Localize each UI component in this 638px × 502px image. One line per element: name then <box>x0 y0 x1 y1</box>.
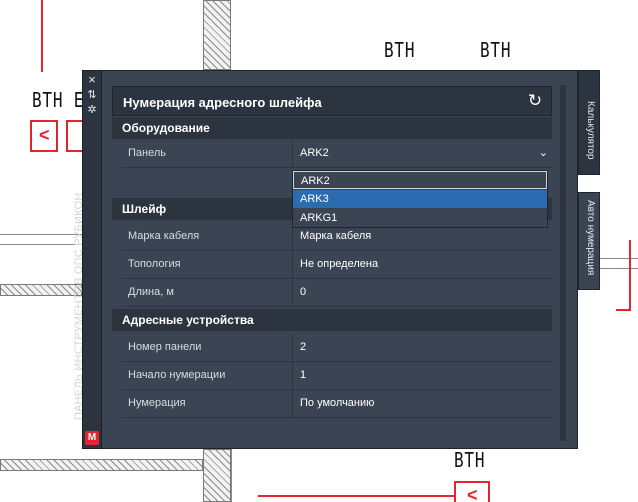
wall-line <box>600 268 638 269</box>
wall-line <box>0 244 82 245</box>
panel-number-row[interactable]: Номер панели 2 <box>122 334 552 362</box>
numbering-mode-row[interactable]: Нумерация По умолчанию <box>122 390 552 418</box>
refresh-icon[interactable]: ↻ <box>525 91 545 111</box>
topology-value[interactable]: Не определена <box>300 258 378 270</box>
panel-header: Нумерация адресного шлейфа ↻ <box>112 86 552 116</box>
numbering-mode-value[interactable]: По умолчанию <box>300 397 374 409</box>
section-equipment-label: Оборудование <box>122 121 210 135</box>
wall-line <box>231 449 232 502</box>
panel-dropdown-list[interactable]: ARK2 ARK3 ARKG1 <box>292 170 548 228</box>
wire-line <box>41 0 43 72</box>
wire-line <box>616 309 631 311</box>
section-devices[interactable]: Адресные устройства <box>112 309 552 331</box>
panel-select-value[interactable]: ARK2 <box>300 147 329 159</box>
scrollbar[interactable] <box>560 85 566 441</box>
pin-icon[interactable]: ⇅ <box>83 88 101 102</box>
cable-value[interactable]: Марка кабеля <box>300 230 371 242</box>
topology-label: Топология <box>128 258 181 270</box>
detector-symbol-glyph: < <box>467 485 478 502</box>
section-devices-label: Адресные устройства <box>122 313 254 327</box>
tab-auto-numbering[interactable]: Авто нумерация <box>578 192 600 290</box>
tab-calculator-label: Калькулятор <box>585 101 596 160</box>
length-row[interactable]: Длина, м 0 <box>122 279 552 307</box>
start-number-label: Начало нумерации <box>128 369 226 381</box>
detector-symbol[interactable]: < <box>30 120 58 152</box>
detector-symbol[interactable]: < <box>454 481 490 502</box>
wall-hatch-horizontal-left <box>0 284 82 296</box>
wall-line <box>0 234 82 235</box>
cad-label: ВТН <box>480 38 512 62</box>
wall-hatch-horizontal-bottom <box>0 459 203 471</box>
tab-auto-numbering-label: Авто нумерация <box>585 200 596 276</box>
side-tabs: Калькулятор Авто нумерация <box>578 70 600 290</box>
panel-content: Нумерация адресного шлейфа ↻ Оборудовани… <box>112 86 552 442</box>
panel-number-value[interactable]: 2 <box>300 341 306 353</box>
panel-label: Панель <box>128 147 167 159</box>
settings-icon[interactable]: ✲ <box>83 103 101 117</box>
section-equipment[interactable]: Оборудование <box>112 117 552 139</box>
tab-calculator[interactable]: Калькулятор <box>578 70 600 175</box>
rubikon-logo-icon: M <box>85 431 99 445</box>
panel-select-row[interactable]: Панель ARK2 ⌄ <box>122 140 552 168</box>
dropdown-option[interactable]: ARKG1 <box>293 209 547 227</box>
wall-hatch-vertical-bottom <box>203 449 231 502</box>
palette-title: ПАНЕЛЬ ИНСТРУМЕНТОВ ОПС РУБИКОН <box>73 192 85 420</box>
wire-line <box>629 240 631 310</box>
detector-symbol-glyph: < <box>39 125 50 145</box>
wire-line <box>258 495 454 497</box>
start-number-value[interactable]: 1 <box>300 369 306 381</box>
numbering-panel: Нумерация адресного шлейфа ↻ Оборудовани… <box>102 70 578 449</box>
palette-strip[interactable]: × ⇅ ✲ ПАНЕЛЬ ИНСТРУМЕНТОВ ОПС РУБИКОН M <box>73 70 102 449</box>
cad-label: ВТН <box>384 38 416 62</box>
cad-label: ВТН <box>454 448 486 472</box>
panel-title: Нумерация адресного шлейфа <box>123 95 322 110</box>
dropdown-option[interactable]: ARK3 <box>293 190 547 208</box>
panel-number-label: Номер панели <box>128 341 202 353</box>
wall-hatch-vertical-top <box>203 0 231 70</box>
section-loop-label: Шлейф <box>122 202 167 216</box>
numbering-mode-label: Нумерация <box>128 397 186 409</box>
chevron-down-icon[interactable]: ⌄ <box>539 146 548 159</box>
start-number-row[interactable]: Начало нумерации 1 <box>122 362 552 390</box>
length-label: Длина, м <box>128 286 174 298</box>
length-value[interactable]: 0 <box>300 286 306 298</box>
cable-label: Марка кабеля <box>128 230 200 242</box>
dropdown-option[interactable]: ARK2 <box>293 171 547 189</box>
wall-line <box>600 258 638 259</box>
topology-row[interactable]: Топология Не определена <box>122 251 552 279</box>
close-icon[interactable]: × <box>83 73 101 87</box>
